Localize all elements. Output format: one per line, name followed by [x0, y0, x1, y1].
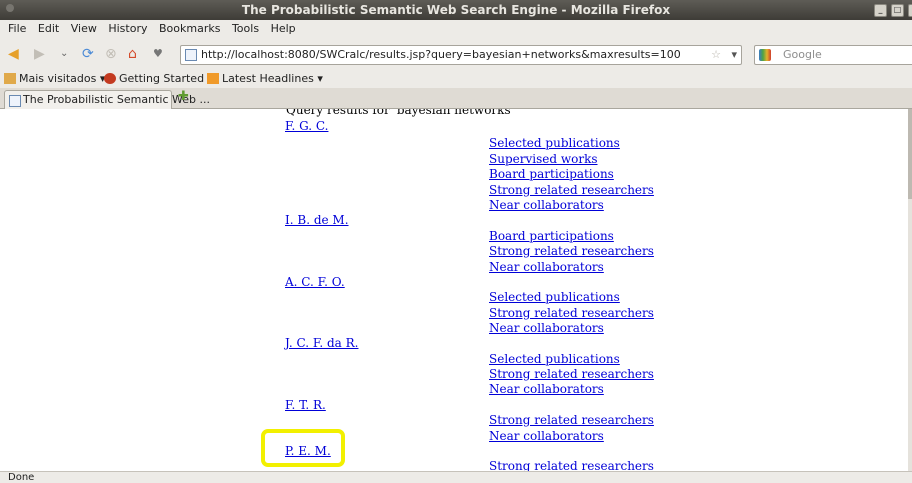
supervised-works-link[interactable]: Supervised works	[489, 152, 598, 166]
researcher-link[interactable]: F. T. R.	[285, 398, 326, 412]
near-collaborators-link[interactable]: Near collaborators	[489, 198, 604, 212]
strong-related-researchers-link[interactable]: Strong related researchers	[489, 367, 654, 381]
bookmark-label: Getting Started	[119, 72, 205, 85]
search-placeholder[interactable]: Google	[783, 46, 822, 64]
near-collaborators-link[interactable]: Near collaborators	[489, 260, 604, 274]
near-collaborators-link[interactable]: Near collaborators	[489, 429, 604, 443]
status-text: Done	[8, 472, 35, 483]
bookmark-star-icon[interactable]: ☆	[711, 46, 721, 64]
bookmark-label: Mais visitados	[19, 72, 97, 85]
menu-history[interactable]: History	[108, 22, 147, 35]
mouse-cursor-icon	[829, 200, 841, 213]
search-engine-icon[interactable]	[759, 49, 771, 61]
menu-tools[interactable]: Tools	[232, 22, 259, 35]
board-participations-link[interactable]: Board participations	[489, 167, 614, 181]
bookmark-label: Latest Headlines	[222, 72, 314, 85]
strong-related-researchers-link[interactable]: Strong related researchers	[489, 459, 654, 471]
highlight-annotation	[261, 429, 345, 467]
selected-publications-link[interactable]: Selected publications	[489, 352, 620, 366]
menu-help[interactable]: Help	[271, 22, 296, 35]
address-url[interactable]: http://localhost:8080/SWCralc/results.js…	[201, 46, 681, 64]
tab-bar: The Probabilistic Semantic Web ... ✚	[0, 88, 912, 109]
folder-icon	[4, 73, 16, 84]
researcher-link[interactable]: I. B. de M.	[285, 213, 349, 227]
tab-results[interactable]: The Probabilistic Semantic Web ...	[4, 90, 210, 109]
rss-icon	[207, 73, 219, 84]
scrollbar-thumb[interactable]	[908, 109, 912, 199]
menu-view[interactable]: View	[71, 22, 97, 35]
status-bar: Done	[0, 471, 912, 483]
bookmark-latest-headlines[interactable]: Latest Headlines ▾	[207, 70, 323, 88]
researcher-link[interactable]: F. G. C.	[285, 119, 328, 133]
researcher-link[interactable]: J. C. F. da R.	[285, 336, 358, 350]
vertical-scrollbar[interactable]	[908, 109, 912, 471]
bookmark-getting-started[interactable]: Getting Started	[104, 70, 204, 88]
maximize-icon[interactable]: □	[891, 4, 904, 17]
search-box[interactable]: Google	[754, 45, 912, 65]
query-title: Query results for 'bayesian networks'	[286, 109, 514, 117]
page-icon	[185, 49, 197, 61]
new-tab-icon[interactable]: ✚	[178, 89, 189, 104]
home-icon[interactable]: ⌂	[128, 46, 137, 62]
menu-edit[interactable]: Edit	[38, 22, 59, 35]
strong-related-researchers-link[interactable]: Strong related researchers	[489, 183, 654, 197]
forward-icon[interactable]: ▶	[34, 46, 45, 62]
history-dropdown-icon[interactable]: ⌄	[60, 46, 68, 62]
title-bar: The Probabilistic Semantic Web Search En…	[0, 0, 912, 20]
researcher-link[interactable]: A. C. F. O.	[285, 275, 345, 289]
close-icon[interactable]: ×	[908, 4, 912, 17]
menu-file[interactable]: File	[8, 22, 26, 35]
strong-related-researchers-link[interactable]: Strong related researchers	[489, 244, 654, 258]
window-menu-icon[interactable]	[6, 4, 14, 12]
bookmark-mais-visitados[interactable]: Mais visitados ▾	[4, 70, 105, 88]
menu-bar: File Edit View History Bookmarks Tools H…	[0, 20, 912, 38]
back-icon[interactable]: ◀	[8, 46, 19, 62]
tab-page-icon	[9, 95, 21, 107]
url-dropdown-icon[interactable]: ▾	[731, 46, 737, 64]
firefox-icon	[104, 73, 116, 84]
menu-bookmarks[interactable]: Bookmarks	[159, 22, 220, 35]
window-title: The Probabilistic Semantic Web Search En…	[241, 3, 671, 17]
board-participations-link[interactable]: Board participations	[489, 229, 614, 243]
selected-publications-link[interactable]: Selected publications	[489, 136, 620, 150]
strong-related-researchers-link[interactable]: Strong related researchers	[489, 306, 654, 320]
near-collaborators-link[interactable]: Near collaborators	[489, 382, 604, 396]
minimize-icon[interactable]: _	[874, 4, 887, 17]
strong-related-researchers-link[interactable]: Strong related researchers	[489, 413, 654, 427]
bookmarks-toolbar: Mais visitados ▾ Getting Started Latest …	[0, 70, 912, 88]
reload-icon[interactable]: ⟳	[82, 46, 94, 62]
page-content: Query results for 'bayesian networks' F.…	[0, 109, 908, 471]
near-collaborators-link[interactable]: Near collaborators	[489, 321, 604, 335]
selected-publications-link[interactable]: Selected publications	[489, 290, 620, 304]
stop-icon[interactable]: ⊗	[105, 46, 117, 62]
address-bar[interactable]: http://localhost:8080/SWCralc/results.js…	[180, 45, 742, 65]
extension-icon[interactable]: ♥	[153, 46, 163, 62]
